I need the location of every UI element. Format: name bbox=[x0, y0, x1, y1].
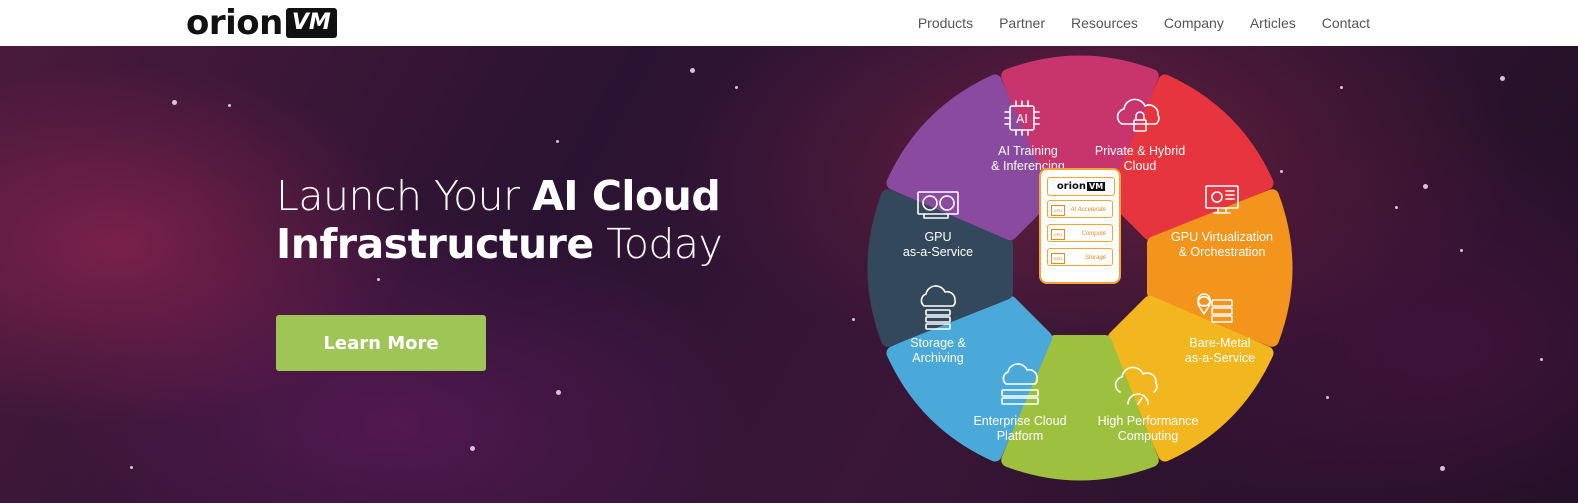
service-petal-label: High Performance Computing bbox=[1097, 414, 1199, 443]
center-logo-box: VM bbox=[1087, 182, 1106, 191]
svg-text:AI: AI bbox=[1016, 112, 1028, 126]
center-row-tag: SSD bbox=[1051, 253, 1065, 264]
center-row-label: AI Accelerate bbox=[1070, 207, 1106, 213]
service-petal-label: Storage & Archiving bbox=[910, 336, 966, 365]
center-row-label: Storage bbox=[1084, 255, 1106, 261]
service-petal-label: GPU Virtualization & Orchestration bbox=[1171, 230, 1273, 259]
center-row-storage: SSD Storage bbox=[1047, 248, 1113, 266]
ai-chip-icon: AI bbox=[1004, 100, 1040, 136]
center-row-label: Compute bbox=[1081, 231, 1106, 237]
service-petal-label: Bare-Metal as-a-Service bbox=[1184, 336, 1256, 365]
center-row-gpu: GPU AI Accelerate bbox=[1047, 200, 1113, 218]
service-petal-label: Enterprise Cloud Platform bbox=[973, 414, 1067, 443]
center-row-tag: CPU bbox=[1051, 229, 1065, 240]
services-wheel-diagram: AI bbox=[867, 55, 1293, 481]
center-row-cpu: CPU Compute bbox=[1047, 224, 1113, 242]
service-petal-label: GPU as-a-Service bbox=[902, 230, 974, 259]
center-row-tag: GPU bbox=[1051, 205, 1065, 216]
center-logo: orion VM bbox=[1047, 177, 1115, 196]
orionvm-stack-card: orion VM GPU AI Accelerate CPU Compute SSD S… bbox=[1039, 168, 1121, 284]
center-logo-text: orion bbox=[1056, 181, 1087, 192]
